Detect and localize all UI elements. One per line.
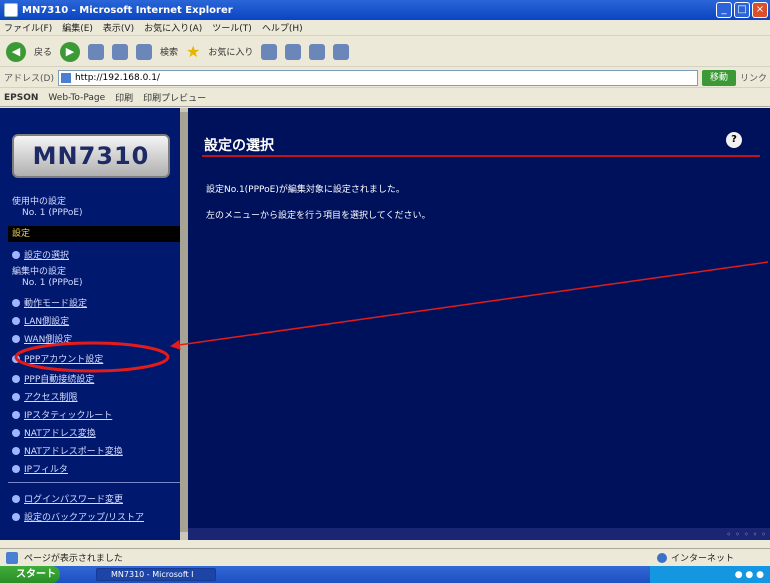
window-titlebar[interactable]: MN7310 - Microsoft Internet Explorer _ □… xyxy=(0,0,770,20)
go-button[interactable]: 移動 xyxy=(701,69,736,86)
home-icon[interactable] xyxy=(136,43,153,60)
favorites-star-icon[interactable]: ★ xyxy=(186,42,200,61)
back-label[interactable]: 戻る xyxy=(34,45,52,58)
stop-icon[interactable] xyxy=(88,43,105,60)
favorites-label[interactable]: お気に入り xyxy=(208,45,253,58)
sidebar-scroll-thumb[interactable] xyxy=(180,112,188,532)
bullet-icon xyxy=(12,298,20,307)
nav-dot-icon: ◦ xyxy=(761,529,766,539)
back-arrow-icon[interactable]: ◀ xyxy=(6,41,26,62)
bullet-icon xyxy=(12,316,20,325)
sidebar-item-ppp-auto-connect[interactable]: PPP自動接続設定 xyxy=(12,372,94,385)
refresh-icon[interactable] xyxy=(112,43,129,60)
web-to-page-button[interactable]: Web-To-Page xyxy=(48,93,105,103)
taskbar: スタート MN7310 - Microsoft I ● ● ● xyxy=(0,566,770,583)
bullet-icon xyxy=(12,494,20,503)
editing-setting-label: 編集中の設定 xyxy=(12,267,67,277)
address-bar: アドレス(D) http://192.168.0.1/ 移動 リンク xyxy=(0,68,770,88)
editing-setting-value: No. 1 (PPPoE) xyxy=(22,278,83,288)
address-input[interactable]: http://192.168.0.1/ xyxy=(57,69,698,86)
sidebar-divider xyxy=(8,482,184,483)
bullet-icon xyxy=(12,446,20,455)
system-tray: ● ● ● xyxy=(650,566,770,583)
bullet-icon xyxy=(12,512,20,521)
window-title: MN7310 - Microsoft Internet Explorer xyxy=(22,4,233,16)
ie-app-icon xyxy=(4,3,18,17)
maximize-button[interactable]: □ xyxy=(734,2,750,18)
page-icon xyxy=(60,72,71,83)
bullet-icon xyxy=(12,334,20,343)
sidebar-item-backup-restore[interactable]: 設定のバックアップ/リストア xyxy=(12,510,144,523)
bottom-nav-links[interactable]: ◦ ◦ ◦ ◦ ◦ xyxy=(726,528,766,540)
menu-favorites[interactable]: お気に入り(A) xyxy=(144,21,202,34)
product-logo: MN7310 xyxy=(12,134,170,178)
nav-dot-icon: ◦ xyxy=(743,529,749,539)
bullet-icon xyxy=(12,428,20,437)
main-frame: 設定の選択 ? 設定No.1(PPPoE)が編集対象に設定されました。 左のメニ… xyxy=(188,108,770,540)
start-button[interactable]: スタート xyxy=(0,566,60,583)
sidebar-item-select-setting[interactable]: 設定の選択 xyxy=(12,248,69,261)
links-label[interactable]: リンク xyxy=(740,71,767,84)
sidebar-item-ip-filter[interactable]: IPフィルタ xyxy=(12,462,68,475)
close-button[interactable]: × xyxy=(752,2,768,18)
mail-icon[interactable] xyxy=(309,43,326,60)
menu-edit[interactable]: 編集(E) xyxy=(62,21,93,34)
sidebar-item-lan[interactable]: LAN側設定 xyxy=(12,314,69,327)
internet-globe-icon xyxy=(656,552,667,563)
help-icon[interactable]: ? xyxy=(726,132,742,148)
nav-dot-icon: ◦ xyxy=(752,529,758,539)
nav-dot-icon: ◦ xyxy=(735,529,740,539)
sidebar-item-ip-static-route[interactable]: IPスタティックルート xyxy=(12,408,112,421)
menu-file[interactable]: ファイル(F) xyxy=(4,21,52,34)
sidebar-item-access-restriction[interactable]: アクセス制限 xyxy=(12,390,78,403)
sidebar-frame: MN7310 使用中の設定 No. 1 (PPPoE) 設定 設定の選択 編集中… xyxy=(0,108,188,540)
page-done-icon xyxy=(6,551,18,564)
print-button[interactable]: 印刷 xyxy=(115,91,133,104)
minimize-button[interactable]: _ xyxy=(716,2,732,18)
tray-icons: ● ● ● xyxy=(734,569,764,580)
bullet-icon xyxy=(12,410,20,419)
print-icon[interactable] xyxy=(333,43,350,60)
epson-logo: EPSON xyxy=(4,92,39,103)
taskbar-item-ie[interactable]: MN7310 - Microsoft I xyxy=(96,568,216,581)
current-section: 設定 xyxy=(8,226,184,242)
page-title: 設定の選択 xyxy=(204,138,274,154)
address-url: http://192.168.0.1/ xyxy=(74,72,160,83)
links-bar: EPSON Web-To-Page 印刷 印刷プレビュー xyxy=(0,89,770,107)
title-underline xyxy=(202,155,760,157)
print-preview-button[interactable]: 印刷プレビュー xyxy=(143,91,206,104)
nav-dot-icon: ◦ xyxy=(726,529,732,539)
sidebar-item-operation-mode[interactable]: 動作モード設定 xyxy=(12,296,87,309)
bullet-icon xyxy=(12,392,20,401)
history-icon[interactable] xyxy=(285,43,302,60)
zone-label: インターネット xyxy=(670,554,734,564)
forward-arrow-icon[interactable]: ▶ xyxy=(60,41,81,62)
address-label: アドレス(D) xyxy=(4,74,54,84)
using-setting-value: No. 1 (PPPoE) xyxy=(22,208,83,218)
media-icon[interactable] xyxy=(261,43,278,60)
using-setting-label: 使用中の設定 xyxy=(12,197,67,207)
toolbar: ◀ 戻る ▶ 検索 ★ お気に入り xyxy=(0,37,770,67)
bullet-icon xyxy=(12,464,20,473)
search-label[interactable]: 検索 xyxy=(160,45,178,58)
menu-help[interactable]: ヘルプ(H) xyxy=(262,21,303,34)
menu-bar: ファイル(F) 編集(E) 表示(V) お気に入り(A) ツール(T) ヘルプ(… xyxy=(0,20,770,36)
menu-view[interactable]: 表示(V) xyxy=(103,21,134,34)
security-zone: インターネット xyxy=(656,551,734,564)
status-text: ページが表示されました xyxy=(24,554,123,564)
bullet-icon xyxy=(12,250,20,259)
bullet-icon xyxy=(12,354,20,363)
sidebar-item-wan[interactable]: WAN側設定 xyxy=(12,332,72,345)
main-bottom-bar: ◦ ◦ ◦ ◦ ◦ xyxy=(188,528,770,540)
bullet-icon xyxy=(12,374,20,383)
message-line-2: 左のメニューから設定を行う項目を選択してください。 xyxy=(206,211,431,221)
message-line-1: 設定No.1(PPPoE)が編集対象に設定されました。 xyxy=(206,185,405,195)
sidebar-scrollbar[interactable] xyxy=(180,108,188,540)
sidebar-item-login-password[interactable]: ログインパスワード変更 xyxy=(12,492,123,505)
sidebar-item-nat[interactable]: NATアドレス変換 xyxy=(12,426,96,439)
sidebar-item-ppp-account[interactable]: PPPアカウント設定 xyxy=(12,352,103,365)
sidebar-item-napt[interactable]: NATアドレスポート変換 xyxy=(12,444,123,457)
menu-tools[interactable]: ツール(T) xyxy=(212,21,252,34)
status-bar: ページが表示されました インターネット xyxy=(0,548,770,566)
